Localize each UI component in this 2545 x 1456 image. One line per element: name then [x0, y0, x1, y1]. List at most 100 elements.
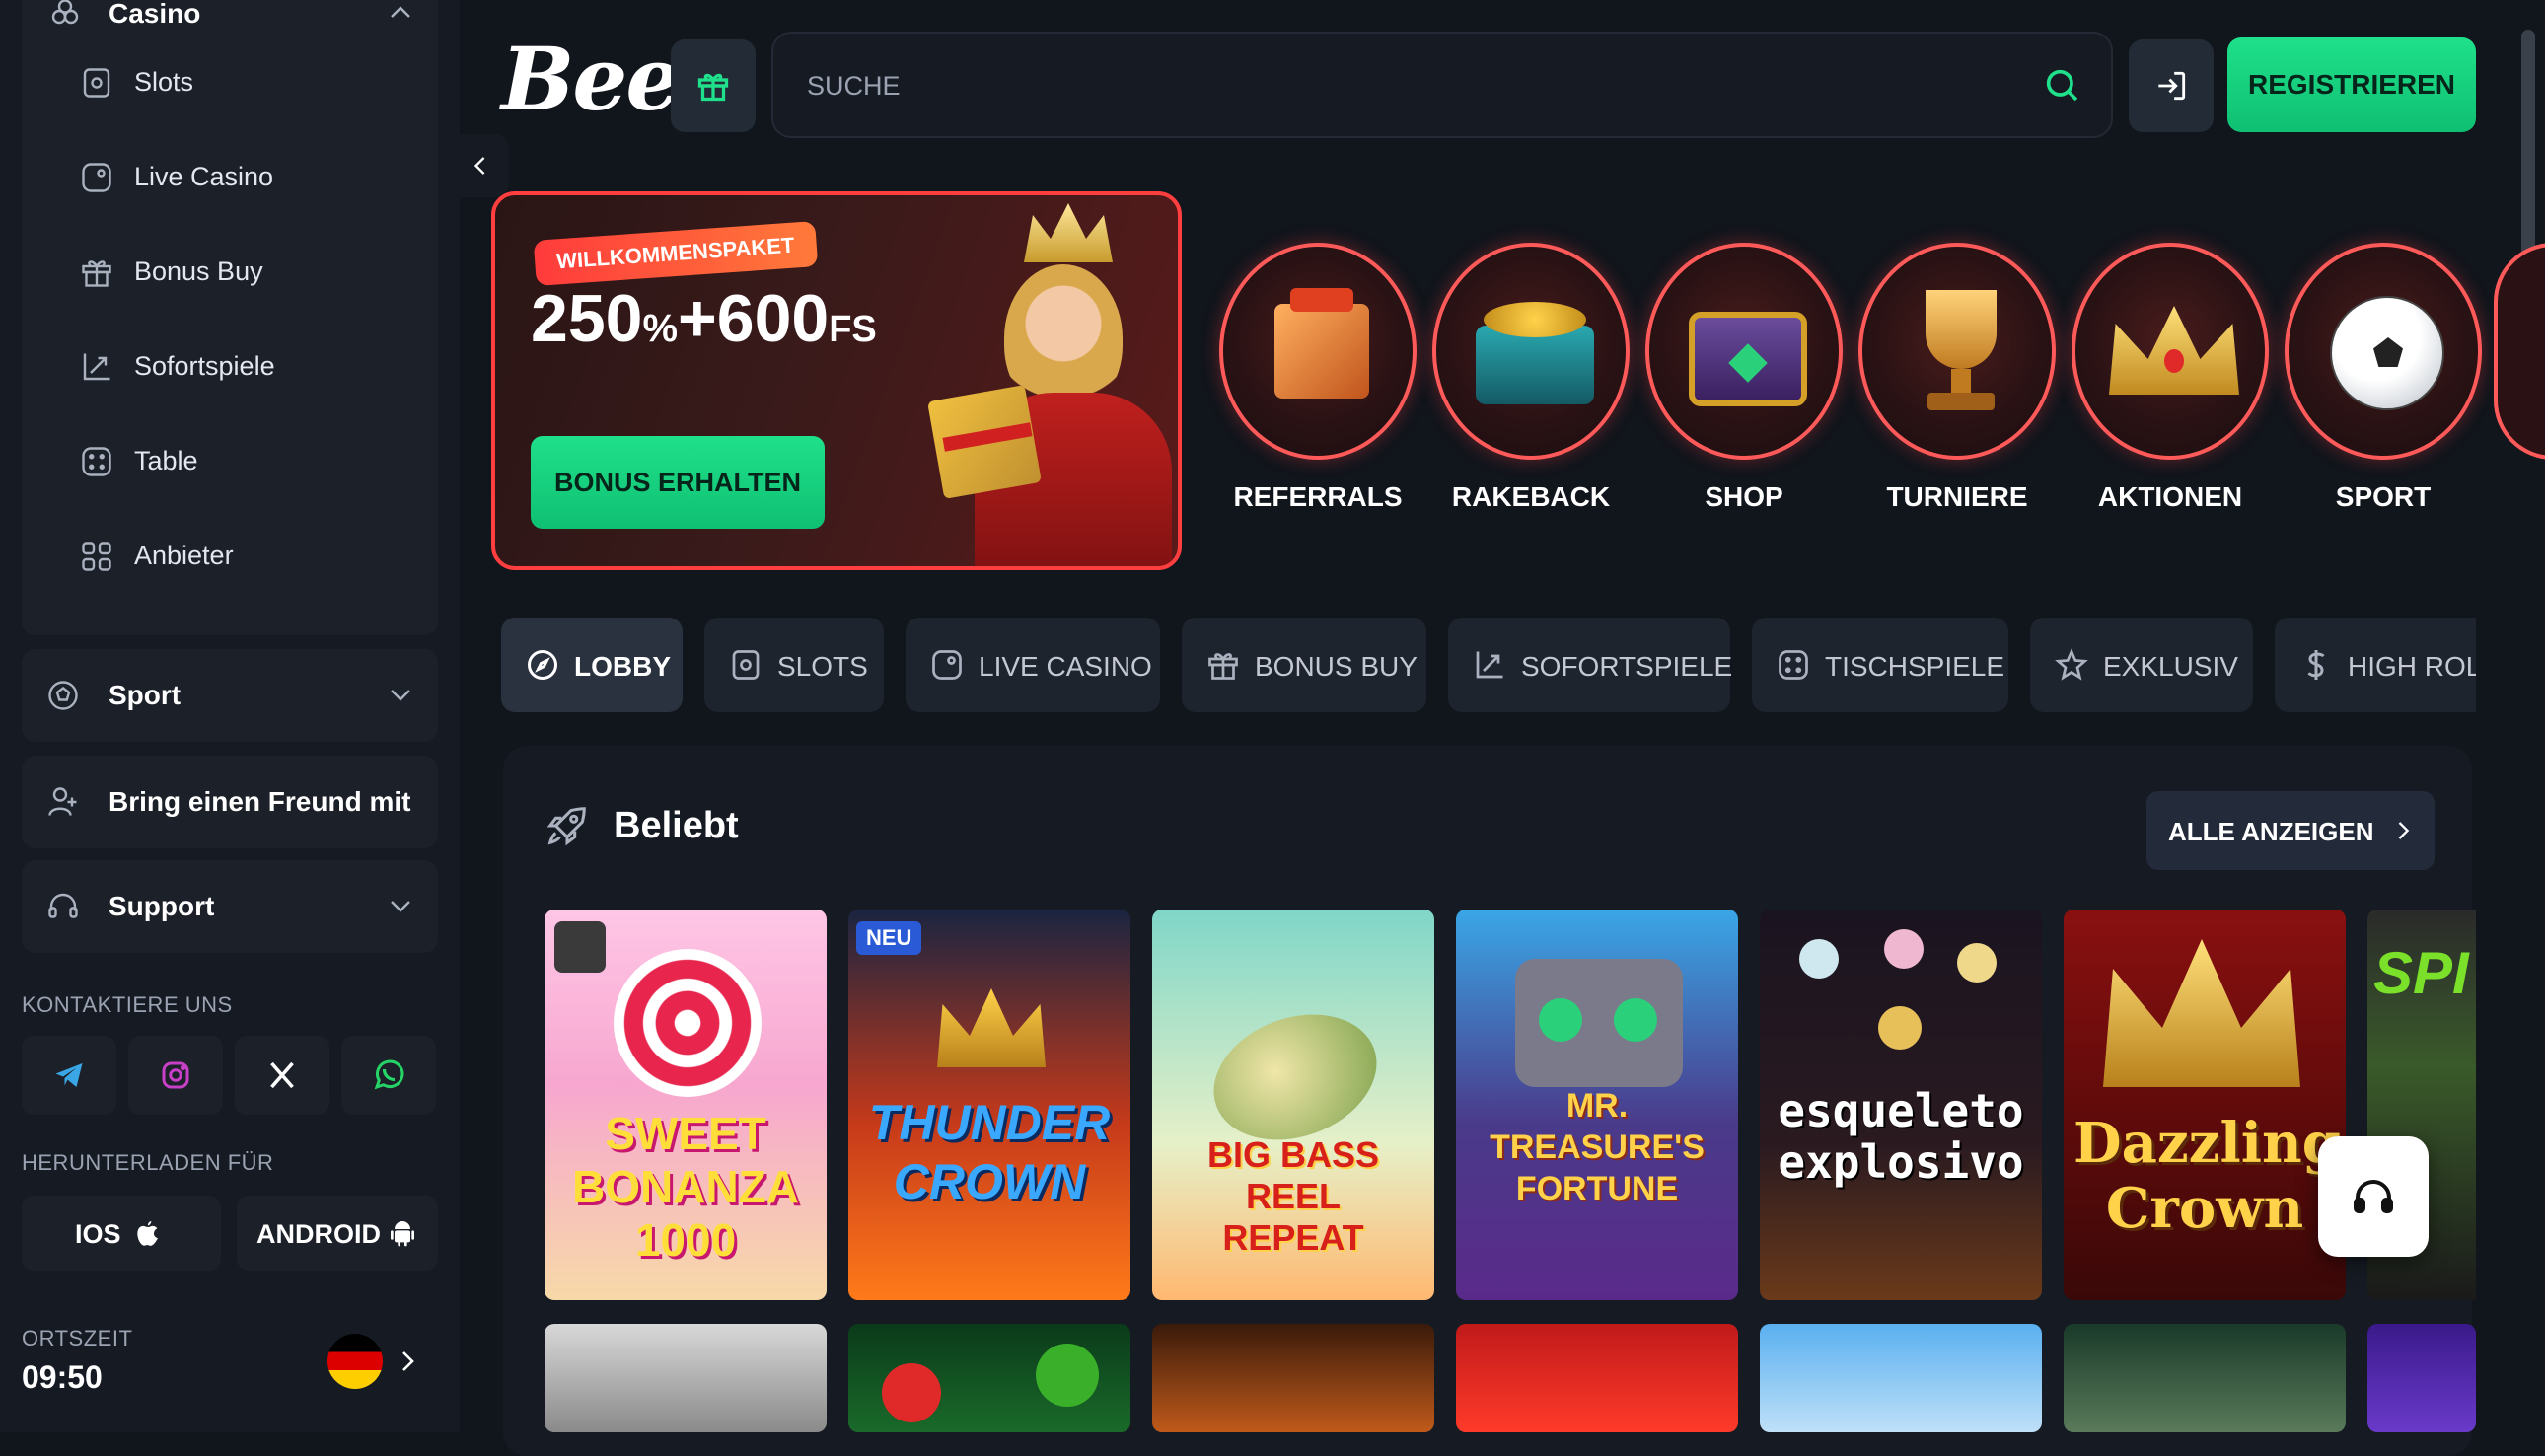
dice-icon: [82, 447, 111, 476]
tab-sofortspiele[interactable]: SOFORTSPIELE: [1448, 618, 1733, 712]
sidebar-item-slots[interactable]: Slots: [22, 43, 438, 122]
x-icon: [270, 1061, 294, 1089]
instant-games-icon: [1476, 651, 1503, 679]
game-card-partial[interactable]: [2367, 1324, 2476, 1432]
sidebar-item-sofortspiele[interactable]: Sofortspiele: [22, 328, 438, 406]
game-card[interactable]: [1152, 1324, 1434, 1432]
sport-ball-image: [2285, 243, 2482, 460]
slots-icon: [732, 650, 760, 680]
compass-icon: [528, 650, 557, 680]
dollar-icon: [2307, 650, 2325, 680]
game-card[interactable]: BIG BASS REEL REPEAT: [1152, 910, 1434, 1300]
tab-exklusiv[interactable]: EXKLUSIV: [2030, 618, 2253, 712]
view-all-button[interactable]: ALLE ANZEIGEN: [2146, 791, 2435, 870]
referrals-image: [1219, 243, 1417, 460]
register-button[interactable]: REGISTRIEREN: [2227, 37, 2476, 132]
tab-label: HIGH ROLL: [2348, 651, 2476, 682]
gift-button[interactable]: [671, 39, 756, 132]
tab-high-roller[interactable]: HIGH ROLL: [2275, 618, 2476, 712]
promotions-crown-image: [2072, 243, 2269, 460]
search-input[interactable]: SUCHE: [807, 71, 901, 102]
tab-label: SLOTS: [777, 651, 868, 682]
category-label: SPORT: [2335, 481, 2432, 512]
bonus-offer-text: 250%+600FS: [531, 280, 877, 357]
game-title: esqueleto explosivo: [1778, 1084, 2024, 1189]
telegram-icon: [55, 1063, 83, 1087]
game-card[interactable]: SWEET BONANZA 1000: [545, 910, 827, 1300]
game-card[interactable]: Dazzling Crown: [2064, 910, 2346, 1300]
sidebar: Casino Slots Live Casino Bonus Buy Sofor…: [0, 0, 460, 1432]
search-bar[interactable]: SUCHE: [771, 32, 2113, 138]
search-icon[interactable]: [2042, 65, 2081, 105]
refer-friend-label: Bring einen Freund mit: [109, 786, 411, 817]
sidebar-item-bonus-buy[interactable]: Bonus Buy: [22, 233, 438, 312]
tab-label: SOFORTSPIELE: [1521, 651, 1733, 682]
tab-slots[interactable]: SLOTS: [704, 618, 884, 712]
casino-icon: [51, 0, 79, 25]
game-card[interactable]: NEU THUNDER CROWN: [848, 910, 1130, 1300]
star-icon: [2055, 648, 2088, 681]
sidebar-item-anbieter[interactable]: Anbieter: [22, 517, 438, 596]
gift-icon: [1208, 653, 1238, 680]
language-selector[interactable]: [327, 1334, 426, 1393]
ios-download-button[interactable]: IOS: [22, 1196, 221, 1271]
game-card[interactable]: [1456, 1324, 1738, 1432]
live-casino-icon: [932, 650, 962, 680]
instant-games-icon: [83, 353, 110, 381]
tab-label: BONUS BUY: [1255, 651, 1418, 682]
sidebar-item-live-casino[interactable]: Live Casino: [22, 138, 438, 217]
sidebar-item-label: Sofortspiele: [134, 351, 275, 381]
category-label: SHOP: [1705, 481, 1783, 512]
gift-icon: [697, 73, 729, 102]
soccer-ball-icon: [48, 681, 78, 710]
game-title: Dazzling Crown: [2073, 1111, 2341, 1241]
game-card[interactable]: [1760, 1324, 2042, 1432]
telegram-button[interactable]: [22, 1036, 116, 1115]
sidebar-item-table[interactable]: Table: [22, 422, 438, 501]
welcome-tag: WILLKOMMENSPAKET: [533, 221, 818, 286]
tab-label: EXKLUSIV: [2103, 651, 2238, 682]
bonus-percent-sign: %: [642, 307, 679, 350]
tab-lobby[interactable]: LOBBY: [501, 618, 683, 712]
page-scrollbar[interactable]: [2521, 30, 2535, 256]
android-download-button[interactable]: ANDROID: [237, 1196, 438, 1271]
local-time-label: ORTSZEIT: [22, 1326, 133, 1350]
game-card[interactable]: [545, 1324, 827, 1432]
x-twitter-button[interactable]: [235, 1036, 329, 1115]
game-card[interactable]: esqueleto explosivo: [1760, 910, 2042, 1300]
bonus-percent: 250: [531, 281, 643, 356]
add-user-icon: [48, 787, 77, 816]
grid-icon: [82, 542, 111, 571]
chevron-left-icon: [473, 157, 485, 175]
view-all-label: ALLE ANZEIGEN: [2168, 817, 2374, 846]
tab-live-casino[interactable]: LIVE CASINO: [906, 618, 1160, 712]
instagram-button[interactable]: [128, 1036, 223, 1115]
casino-label: Casino: [109, 0, 201, 29]
bonus-cta-button[interactable]: BONUS ERHALTEN: [531, 436, 825, 529]
whatsapp-button[interactable]: [341, 1036, 436, 1115]
live-casino-icon: [82, 163, 111, 192]
game-card[interactable]: MR. TREASURE'S FORTUNE: [1456, 910, 1738, 1300]
support-section-header[interactable]: Support: [22, 860, 438, 953]
sidebar-item-label: Table: [134, 446, 198, 475]
collapse-sidebar-button[interactable]: [460, 134, 509, 197]
tab-bonus-buy[interactable]: BONUS BUY: [1182, 618, 1426, 712]
chevron-down-icon: [391, 690, 410, 701]
game-card[interactable]: [2064, 1324, 2346, 1432]
game-title: SWEET BONANZA 1000: [572, 1108, 799, 1266]
support-chat-button[interactable]: [2318, 1136, 2429, 1257]
category-label: TURNIERE: [1886, 481, 2028, 512]
sidebar-item-label: Bonus Buy: [134, 256, 263, 286]
refer-friend-link[interactable]: Bring einen Freund mit: [22, 756, 438, 848]
login-icon: [2158, 71, 2186, 101]
game-card[interactable]: [848, 1324, 1130, 1432]
welcome-bonus-banner[interactable]: WILLKOMMENSPAKET 250%+600FS BONUS ERHALT…: [491, 191, 1182, 570]
chevron-up-icon[interactable]: [389, 2, 412, 22]
category-next-partial[interactable]: [2494, 243, 2545, 460]
chevron-right-icon: [2398, 822, 2410, 839]
sport-section-header[interactable]: Sport: [22, 649, 438, 742]
tab-tischspiele[interactable]: TISCHSPIELE: [1752, 618, 2008, 712]
login-button[interactable]: [2129, 39, 2214, 132]
sport-label: Sport: [109, 680, 182, 710]
casino-section-header[interactable]: Casino: [22, 0, 438, 43]
